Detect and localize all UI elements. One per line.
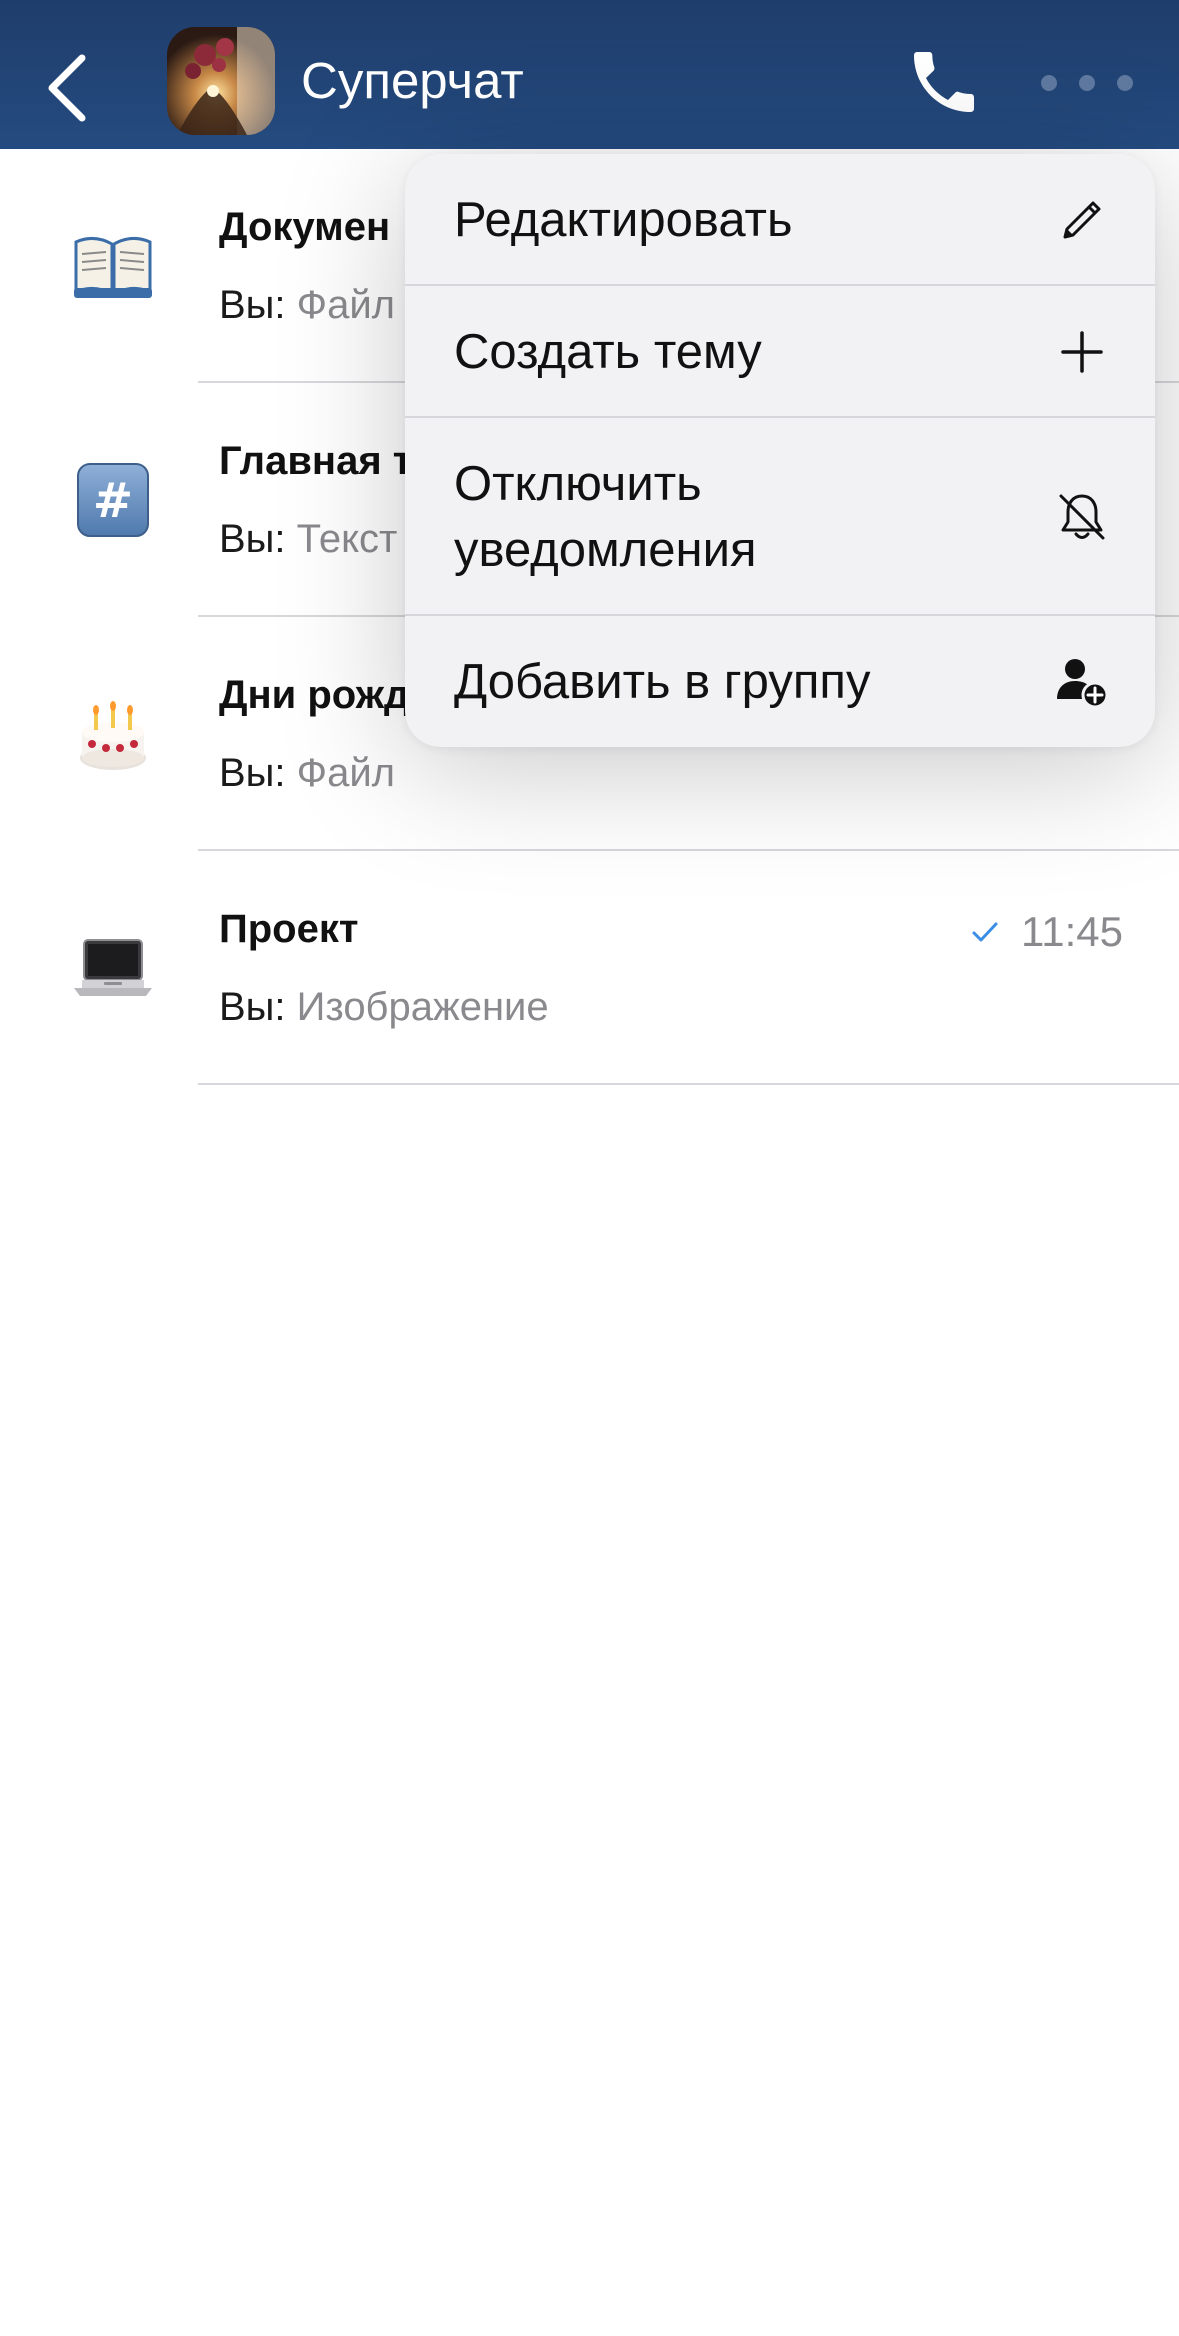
back-button[interactable] bbox=[30, 36, 110, 128]
menu-item-mute[interactable]: Отключить уведомления bbox=[405, 418, 1155, 616]
menu-item-label: Создать тему bbox=[454, 325, 762, 379]
svg-text:#: # bbox=[93, 473, 133, 529]
menu-item-add-to-group[interactable]: Добавить в группу bbox=[405, 616, 1155, 747]
menu-item-label: Добавить в группу bbox=[454, 655, 871, 709]
topic-preview: Вы: Текст bbox=[219, 513, 397, 565]
avatar-image bbox=[167, 27, 275, 135]
chat-header: Суперчат bbox=[0, 0, 1179, 149]
menu-item-create-topic[interactable]: Создать тему bbox=[405, 286, 1155, 418]
call-button[interactable] bbox=[904, 42, 984, 122]
topic-title: Дни рожд bbox=[219, 673, 410, 717]
topic-preview: Вы: Файл bbox=[219, 279, 395, 331]
menu-item-label: Отключить уведомления bbox=[454, 457, 757, 577]
topic-preview: Вы: Изображение bbox=[219, 981, 549, 1033]
preview-sender: Вы: bbox=[219, 517, 286, 561]
topic-preview: Вы: Файл bbox=[219, 747, 395, 799]
row-divider bbox=[198, 1083, 1179, 1085]
bell-off-icon bbox=[1059, 494, 1105, 540]
pencil-icon bbox=[1063, 201, 1101, 239]
topic-title: Главная т bbox=[219, 439, 413, 483]
hash-icon: # bbox=[72, 462, 154, 540]
topic-meta: 11:45 bbox=[971, 906, 1123, 958]
phone-icon bbox=[914, 52, 974, 112]
topic-row[interactable]: Проект Вы: Изображение 11:45 bbox=[0, 851, 1179, 1085]
check-icon bbox=[972, 922, 998, 942]
chat-avatar[interactable] bbox=[167, 27, 275, 135]
topic-title: Докумен bbox=[219, 205, 391, 249]
open-book-icon bbox=[72, 228, 154, 306]
ellipsis-icon bbox=[1041, 75, 1133, 91]
menu-item-label: Редактировать bbox=[454, 193, 793, 247]
topic-title: Проект bbox=[219, 907, 359, 951]
cake-icon bbox=[72, 696, 154, 774]
plus-icon bbox=[1061, 331, 1103, 373]
preview-text: Файл bbox=[296, 751, 396, 795]
topic-time: 11:45 bbox=[1021, 908, 1123, 955]
more-button[interactable] bbox=[1032, 60, 1142, 106]
add-user-icon bbox=[1057, 659, 1109, 709]
chat-title[interactable]: Суперчат bbox=[301, 50, 524, 112]
menu-item-edit[interactable]: Редактировать bbox=[405, 154, 1155, 286]
preview-text: Изображение bbox=[296, 985, 549, 1029]
preview-text: Текст bbox=[296, 517, 398, 561]
preview-sender: Вы: bbox=[219, 985, 286, 1029]
context-menu: Редактировать Создать тему Отключить уве… bbox=[405, 154, 1155, 747]
preview-text: Файл bbox=[296, 283, 396, 327]
chevron-left-icon bbox=[48, 54, 86, 122]
preview-sender: Вы: bbox=[219, 751, 286, 795]
preview-sender: Вы: bbox=[219, 283, 286, 327]
chat-topics-screen: Суперчат Докумен Вы: Файл # Главная т Вы… bbox=[0, 0, 1179, 2336]
laptop-icon bbox=[72, 930, 154, 1008]
